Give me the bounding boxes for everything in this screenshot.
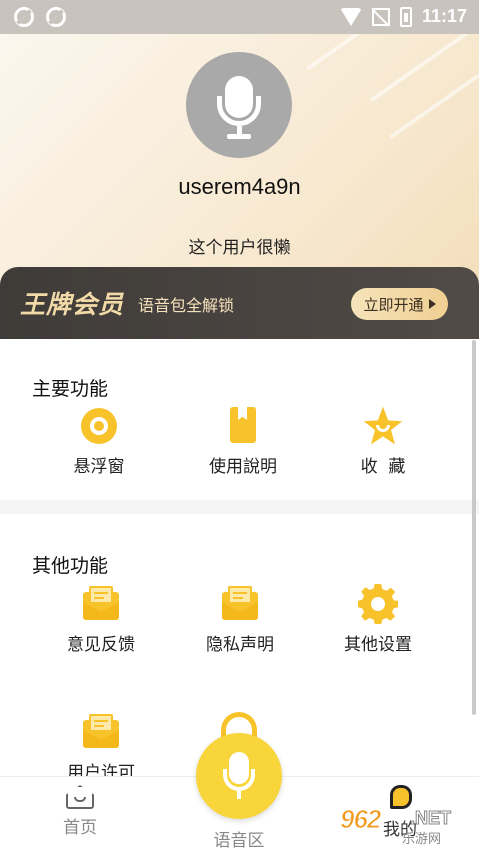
status-time: 11:17 bbox=[421, 6, 467, 26]
mail-icon bbox=[81, 712, 121, 752]
vip-open-label: 立即开通 bbox=[363, 295, 424, 314]
book-icon bbox=[223, 406, 263, 446]
watermark-suffix: .NET bbox=[409, 808, 452, 829]
vip-subtitle: 语音包全解锁 bbox=[138, 296, 235, 315]
float-window-item[interactable]: 悬浮窗 bbox=[39, 406, 159, 477]
main-features-title: 主要功能 bbox=[32, 378, 109, 400]
favorites-item[interactable]: 收 藏 bbox=[323, 406, 443, 477]
feedback-label: 意见反馈 bbox=[67, 635, 135, 655]
star-icon bbox=[363, 406, 403, 446]
watermark-logo: 962 .NET 乐游网 bbox=[339, 804, 472, 848]
privacy-label: 隐私声明 bbox=[206, 635, 274, 655]
scrollbar[interactable] bbox=[472, 340, 476, 715]
home-icon bbox=[66, 785, 94, 809]
instructions-label: 使用說明 bbox=[209, 457, 277, 477]
mail-icon bbox=[220, 584, 260, 624]
status-bar: 11:17 bbox=[0, 0, 479, 34]
float-window-icon bbox=[79, 406, 119, 446]
section-divider bbox=[0, 500, 479, 514]
no-signal-icon bbox=[371, 7, 390, 26]
favorites-label: 收 藏 bbox=[360, 457, 406, 477]
tab-voice-label: 语音区 bbox=[213, 831, 265, 851]
voice-center-button[interactable] bbox=[196, 733, 282, 819]
feedback-item[interactable]: 意见反馈 bbox=[41, 584, 161, 655]
settings-item[interactable]: 其他设置 bbox=[318, 584, 438, 655]
tab-home[interactable]: 首页 bbox=[30, 785, 130, 838]
tab-voice[interactable]: 语音区 bbox=[189, 822, 289, 851]
avatar[interactable] bbox=[186, 52, 292, 158]
float-window-label: 悬浮窗 bbox=[73, 457, 125, 477]
gear-icon bbox=[358, 584, 398, 624]
user-bio: 这个用户很懒 bbox=[188, 238, 291, 258]
profile-header: userem4a9n 这个用户很懒 bbox=[0, 34, 479, 284]
tab-home-label: 首页 bbox=[63, 818, 97, 838]
settings-label: 其他设置 bbox=[344, 635, 412, 655]
username: userem4a9n bbox=[178, 174, 301, 199]
battery-icon bbox=[399, 6, 412, 27]
vip-title: 王牌会员 bbox=[20, 290, 125, 319]
privacy-item[interactable]: 隐私声明 bbox=[180, 584, 300, 655]
vip-open-button[interactable]: 立即开通 bbox=[351, 288, 448, 320]
instructions-item[interactable]: 使用說明 bbox=[183, 406, 303, 477]
other-features-title: 其他功能 bbox=[32, 555, 109, 577]
mail-icon bbox=[81, 584, 121, 624]
sync-icon bbox=[46, 7, 66, 27]
license-item[interactable]: 用户许可 bbox=[41, 712, 161, 783]
vip-banner[interactable]: 王牌会员 语音包全解锁 立即开通 bbox=[0, 267, 479, 339]
watermark-caption: 乐游网 bbox=[402, 832, 442, 847]
arrow-right-icon bbox=[428, 299, 436, 309]
wifi-icon bbox=[339, 7, 362, 26]
watermark-number: 962 bbox=[339, 804, 381, 835]
sync-icon bbox=[14, 7, 34, 27]
